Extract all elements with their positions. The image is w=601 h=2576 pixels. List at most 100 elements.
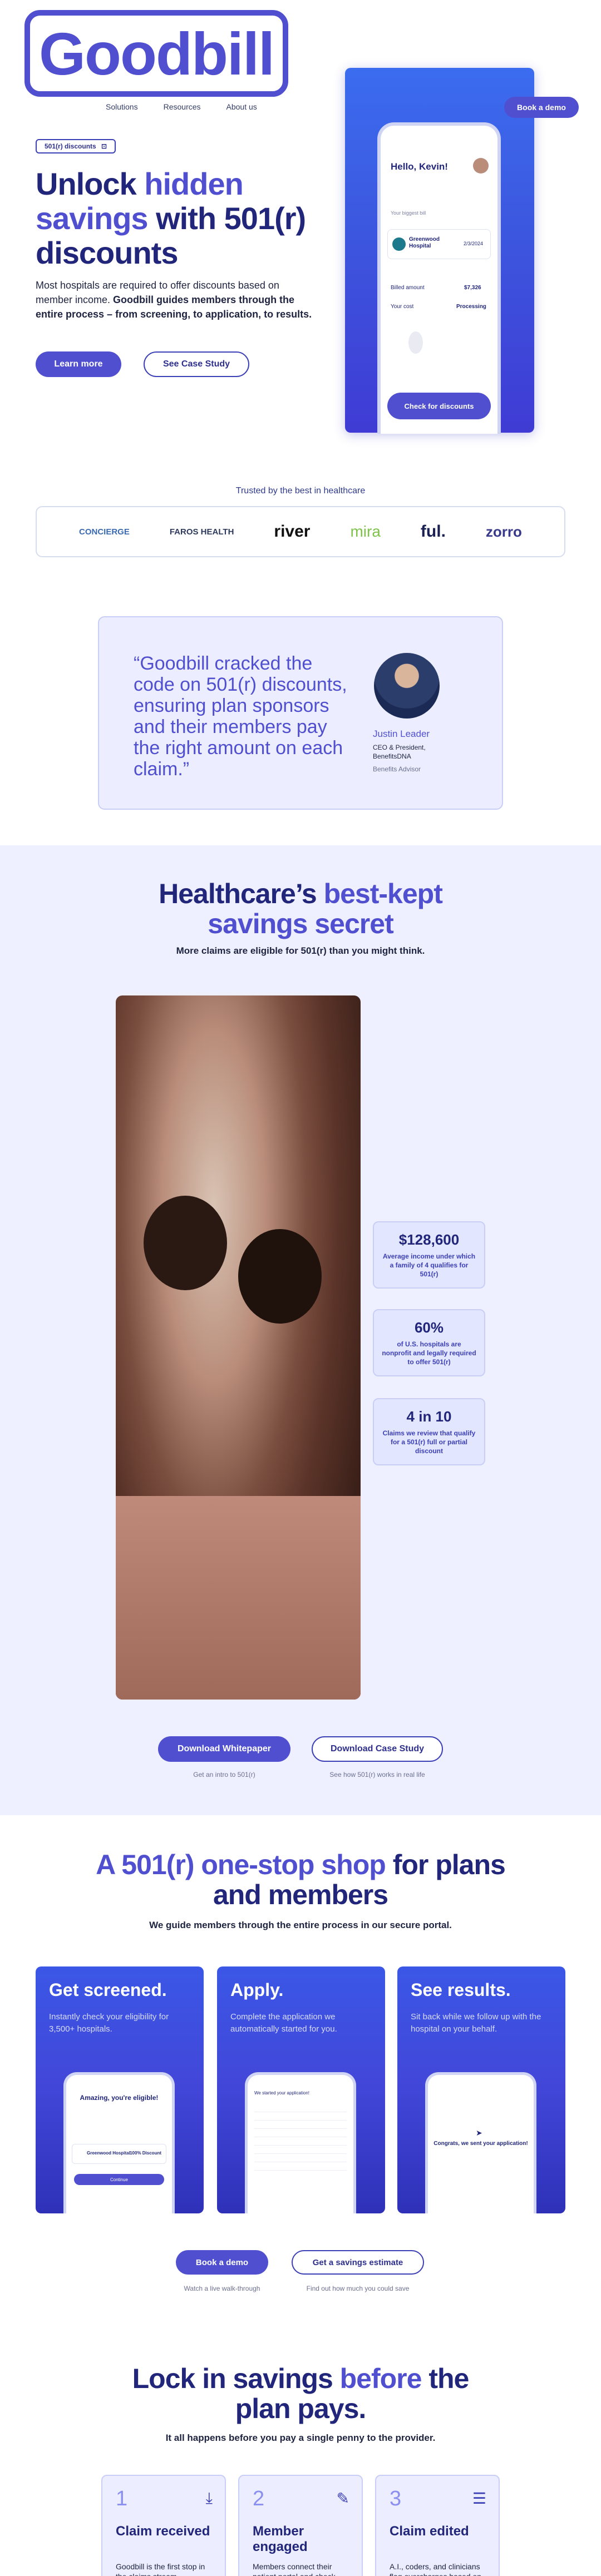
- phone-billed-value: $7,326: [464, 285, 481, 291]
- card-apply: Apply. Complete the application we autom…: [217, 1966, 385, 2213]
- card-title: Apply.: [230, 1980, 284, 2000]
- testimonial-name: Justin Leader: [373, 729, 430, 739]
- card-title: See results.: [411, 1980, 511, 2000]
- phone-bill-card: Greenwood Hospital 2/3/2024: [387, 229, 491, 259]
- screen-continue-button[interactable]: Continue: [74, 2174, 164, 2185]
- top-nav: Solutions Resources About us: [106, 102, 257, 111]
- card-phone: Amazing, you're eligible! Greenwood Hosp…: [63, 2072, 175, 2213]
- book-demo-button-2[interactable]: Book a demo: [176, 2250, 268, 2275]
- lock-title-part1: Lock in savings: [132, 2363, 340, 2394]
- stat-desc: Claims we review that qualify for a 501(…: [382, 1429, 476, 1455]
- step-number: 2: [253, 2487, 265, 2510]
- screen-hospital: Greenwood Hospital: [87, 2151, 130, 2156]
- step-title: Member engaged: [253, 2524, 308, 2554]
- logo-ful: ful.: [420, 522, 446, 541]
- card-desc: Sit back while we follow up with the hos…: [411, 2012, 541, 2034]
- download-icon: ⤓: [205, 2489, 213, 2506]
- photo-child-hair: [144, 1196, 227, 1290]
- screen-title: Amazing, you're eligible!: [80, 2094, 159, 2102]
- savings-estimate-button[interactable]: Get a savings estimate: [292, 2250, 424, 2275]
- nav-resources[interactable]: Resources: [164, 102, 201, 111]
- testimonial-role: CEO & President, BenefitsDNA: [373, 744, 426, 760]
- hero-phone: Hello, Kevin! Your biggest bill Greenwoo…: [377, 122, 501, 434]
- stat-card-claims: 4 in 10 Claims we review that qualify fo…: [373, 1398, 485, 1465]
- download-case-study-button[interactable]: Download Case Study: [312, 1736, 443, 1762]
- card-title: Get screened.: [49, 1980, 167, 2000]
- lock-subtitle: It all happens before you pay a single p…: [165, 2433, 436, 2443]
- phone-greeting: Hello, Kevin!: [391, 161, 448, 172]
- step-desc: Members connect their patient portal and…: [253, 2562, 336, 2576]
- logo-faros: FAROS HEALTH: [169, 527, 234, 537]
- phone-avatar: [473, 158, 489, 174]
- see-case-study-button[interactable]: See Case Study: [144, 351, 249, 377]
- step-title: Claim edited: [390, 2524, 469, 2539]
- screen-hospital-card: Greenwood Hospital 100% Discount: [72, 2144, 166, 2164]
- onestop-title: A 501(r) one-stop shop for plans and mem…: [0, 1850, 601, 1910]
- stat-desc: Average income under which a family of 4…: [382, 1252, 476, 1278]
- hero-pill: 501(r) discounts ⊡: [36, 139, 116, 153]
- learn-more-button[interactable]: Learn more: [36, 351, 121, 377]
- check-discounts-button[interactable]: Check for discounts: [387, 393, 491, 419]
- send-icon: ➤: [476, 2128, 482, 2137]
- step-member-engaged: 2 ✎ Member engaged Members connect their…: [238, 2475, 363, 2576]
- stat-desc: of U.S. hospitals are nonprofit and lega…: [382, 1340, 476, 1366]
- step-number: 1: [116, 2487, 128, 2510]
- step-number: 3: [390, 2487, 402, 2510]
- hospital-logo-icon: [392, 237, 406, 251]
- testimonial-avatar: [374, 653, 440, 719]
- step-desc: A.I., coders, and clinicians flag overch…: [390, 2562, 481, 2576]
- logo-concierge: CONCIERGE: [79, 527, 130, 537]
- secret-title-part1: Healthcare’s: [159, 878, 324, 909]
- phone-hospital: Greenwood Hospital: [409, 236, 440, 249]
- photo-blanket: [116, 1496, 361, 1700]
- badge-icon: ⊡: [101, 142, 107, 150]
- screen-form: [254, 2104, 347, 2171]
- phone-cost-label: Your cost: [391, 304, 414, 310]
- hero-title: Unlock hidden savings with 501(r) discou…: [36, 167, 314, 270]
- lock-title-accent: before: [339, 2363, 422, 2394]
- book-demo-button[interactable]: Book a demo: [504, 97, 579, 118]
- step-claim-received: 1 ⤓ Claim received Goodbill is the first…: [101, 2475, 226, 2576]
- page: Goodbill Solutions Resources About us Bo…: [0, 0, 601, 2576]
- hero-paragraph: Most hospitals are required to offer dis…: [36, 278, 314, 321]
- step-desc: Goodbill is the first stop in the claims…: [116, 2562, 205, 2576]
- logo-river: river: [274, 522, 311, 541]
- testimonial-tag: Benefits Advisor: [373, 765, 421, 773]
- screen-title: Congrats, we sent your application!: [433, 2141, 528, 2147]
- onestop-subtitle: We guide members through the entire proc…: [149, 1920, 452, 1930]
- phone-cost-value: Processing: [456, 304, 486, 310]
- nav-solutions[interactable]: Solutions: [106, 102, 138, 111]
- testimonial-quote: “Goodbill cracked the code on 501(r) dis…: [134, 653, 347, 780]
- stat-value: 60%: [414, 1319, 444, 1336]
- nav-about[interactable]: About us: [226, 102, 257, 111]
- card-see-results: See results. Sit back while we follow up…: [397, 1966, 565, 2213]
- whitepaper-caption: Get an intro to 501(r): [193, 1771, 255, 1779]
- trusted-title: Trusted by the best in healthcare: [235, 486, 366, 496]
- step-title: Claim received: [116, 2524, 210, 2539]
- goodbill-logo[interactable]: Goodbill: [24, 10, 288, 97]
- card-phone: We started your application!: [245, 2072, 356, 2213]
- phone-subtitle: Your biggest bill: [391, 210, 426, 216]
- card-phone: ➤ Congrats, we sent your application!: [425, 2072, 536, 2213]
- estimate-caption: Find out how much you could save: [306, 2285, 410, 2292]
- phone-spinner-icon: [408, 331, 423, 354]
- stat-card-income: $128,600 Average income under which a fa…: [373, 1221, 485, 1289]
- card-desc: Complete the application we automaticall…: [230, 2012, 337, 2034]
- case-study-caption: See how 501(r) works in real life: [329, 1771, 425, 1779]
- hero-title-part1: Unlock: [36, 166, 145, 201]
- photo-child2-hair: [238, 1229, 322, 1324]
- pen-icon: ✎: [336, 2490, 349, 2507]
- download-whitepaper-button[interactable]: Download Whitepaper: [158, 1736, 290, 1762]
- logo-mira: mira: [350, 523, 381, 540]
- secret-title: Healthcare’s best-kept savings secret: [0, 879, 601, 939]
- phone-billed-label: Billed amount: [391, 285, 425, 291]
- search-list-icon: ☰: [472, 2490, 486, 2507]
- screen-title: We started your application!: [254, 2090, 310, 2096]
- lock-title: Lock in savings before the plan pays.: [0, 2364, 601, 2424]
- hero-pill-label: 501(r) discounts: [45, 142, 96, 150]
- demo-caption: Watch a live walk-through: [184, 2285, 260, 2292]
- stat-value: $128,600: [398, 1231, 460, 1248]
- partner-logos: CONCIERGE FAROS HEALTH river mira ful. z…: [36, 506, 565, 557]
- screen-badge: 100% Discount: [130, 2151, 161, 2156]
- stat-card-nonprofit: 60% of U.S. hospitals are nonprofit and …: [373, 1309, 485, 1376]
